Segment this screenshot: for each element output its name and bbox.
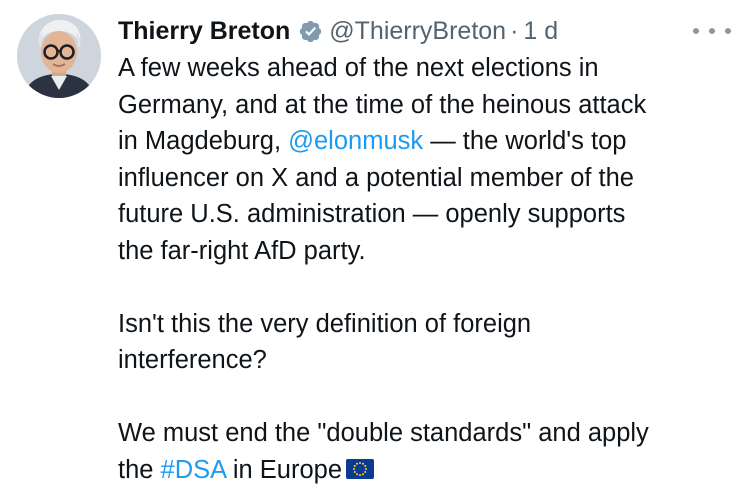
tweet-text: A few weeks ahead of the next elections … (118, 50, 728, 488)
text-line: Germany, and at the time of the heinous … (118, 90, 647, 119)
header-separator: · (510, 16, 519, 45)
mention-link[interactable]: @elonmusk (288, 127, 423, 155)
text-span: in Magdeburg, (118, 127, 289, 155)
text-line: the far-right AfD party. (118, 236, 366, 265)
tweet-timestamp[interactable]: 1 d (523, 17, 558, 46)
text-line: future U.S. administration — openly supp… (118, 200, 626, 228)
text-span: the (118, 455, 161, 484)
text-line: We must end the "double standards" and a… (118, 419, 649, 447)
more-dot (693, 28, 699, 34)
text-line: Isn't this the very definition of foreig… (118, 309, 532, 338)
avatar[interactable] (17, 14, 101, 98)
more-dot (725, 28, 731, 34)
eu-flag-icon (346, 458, 375, 479)
author-handle[interactable]: @ThierryBreton (329, 17, 506, 46)
tweet-header: Thierry Breton @ThierryBreton · 1 d (118, 14, 558, 48)
text-line: A few weeks ahead of the next elections … (118, 54, 599, 82)
text-line: influencer on X and a potential member o… (118, 163, 634, 192)
text-span: — the world's top (423, 127, 627, 155)
hashtag-link[interactable]: #DSA (161, 456, 226, 484)
verified-badge-icon[interactable] (298, 19, 323, 44)
text-span: in Europe (225, 455, 343, 484)
more-horizontal-icon[interactable] (693, 18, 731, 44)
more-dot (709, 28, 715, 34)
author-name[interactable]: Thierry Breton (118, 17, 290, 46)
tweet-card: Thierry Breton @ThierryBreton · 1 d A fe… (0, 0, 750, 498)
text-line: interference? (118, 346, 267, 374)
author-photo (17, 14, 101, 98)
text-line: in Magdeburg, @elonmusk — the world's to… (118, 123, 728, 160)
text-line: the #DSA in Europe (118, 452, 728, 489)
